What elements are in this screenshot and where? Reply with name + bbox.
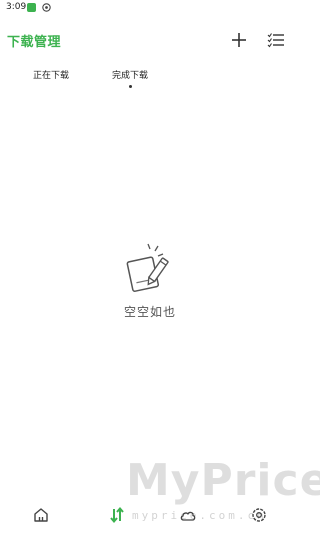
transfer-icon (110, 506, 124, 524)
checklist-icon (267, 33, 284, 48)
active-tab-indicator (128, 85, 132, 88)
add-button[interactable] (229, 30, 249, 50)
gear-icon (42, 3, 51, 12)
bottom-nav (0, 502, 300, 530)
nav-transfer[interactable] (108, 506, 126, 524)
green-app-icon (27, 3, 36, 12)
status-time: 3:09 (6, 2, 27, 12)
tab-completed[interactable]: 完成下载 (112, 68, 148, 90)
settings-icon (252, 508, 266, 522)
page-title: 下载管理 (7, 35, 62, 50)
watermark-logo: MyPrice (126, 455, 320, 506)
task-list-button[interactable] (266, 30, 286, 50)
app-header: 下载管理 (0, 26, 300, 54)
tab-downloading[interactable]: 正在下载 (33, 68, 69, 90)
empty-state-text: 空空如也 (123, 305, 176, 319)
tab-label: 完成下载 (112, 71, 149, 81)
screen: 3:09 下载管理 正在下载 完成下载 空空如也 MyPrice myprice… (0, 0, 320, 533)
nav-cloud[interactable] (179, 506, 197, 524)
status-bar: 3:09 (0, 0, 300, 16)
nav-settings[interactable] (250, 506, 268, 524)
nav-home[interactable] (32, 506, 50, 524)
tab-label: 正在下载 (33, 71, 70, 81)
cloud-icon (180, 511, 196, 521)
empty-note-pencil-icon (126, 243, 169, 292)
empty-state: 空空如也 (0, 240, 300, 320)
home-icon (34, 508, 48, 522)
plus-icon (232, 33, 246, 47)
